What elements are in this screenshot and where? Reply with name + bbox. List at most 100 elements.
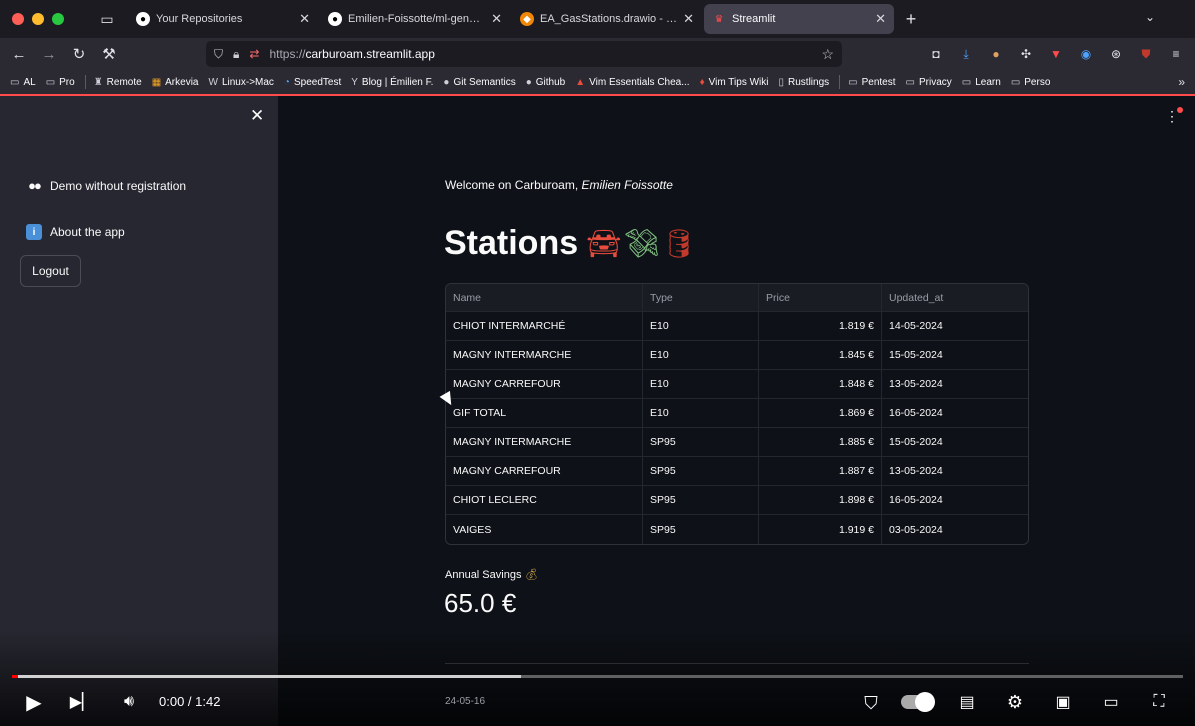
subtitles-icon[interactable]: ▤ bbox=[955, 690, 979, 714]
bookmark-star-icon[interactable]: ☆ bbox=[821, 46, 834, 63]
tab-drawio[interactable]: ◆ EA_GasStations.drawio - draw.io ✕ bbox=[512, 4, 702, 34]
money-icon: 💸︎ bbox=[623, 228, 660, 259]
bookmark-linux-mac[interactable]: W Linux->Mac bbox=[209, 77, 274, 88]
close-tab-icon[interactable]: ✕ bbox=[299, 11, 310, 27]
bookmark-blog[interactable]: Y Blog | Émilien F. bbox=[351, 77, 433, 88]
download-icon[interactable]: ⤓ bbox=[957, 45, 975, 63]
logout-button[interactable]: Logout bbox=[20, 255, 81, 287]
cell-price: 1.819 € bbox=[759, 312, 882, 340]
reload-icon[interactable]: ↻ bbox=[64, 45, 94, 63]
volume-icon[interactable]: 🔊︎ bbox=[117, 690, 141, 714]
bookmark-pro[interactable]: ▭ Pro bbox=[46, 77, 75, 88]
bookmark-al[interactable]: ▭ AL bbox=[10, 77, 36, 88]
github-icon: ● bbox=[443, 76, 450, 88]
cell-updated-at: 13-05-2024 bbox=[889, 465, 943, 477]
bookmark-pentest[interactable]: ▭ Pentest bbox=[848, 77, 895, 88]
tab-streamlit[interactable]: ♛ Streamlit ✕ bbox=[704, 4, 894, 34]
browser-tab-bar: ▭ ● Your Repositories ✕ ● Emilien-Foisso… bbox=[0, 0, 1195, 38]
chevron-down-icon[interactable]: ⌄ bbox=[1145, 10, 1155, 24]
cell-name: VAIGES bbox=[446, 515, 643, 544]
tab-repositories[interactable]: ● Your Repositories ✕ bbox=[128, 4, 318, 34]
brave-icon[interactable]: ▼ bbox=[1047, 45, 1065, 63]
firefox-view-icon[interactable]: ▭ bbox=[92, 11, 122, 28]
video-progress-played[interactable] bbox=[12, 675, 18, 678]
remote-icon: ♜ bbox=[93, 76, 103, 88]
window-controls bbox=[12, 13, 92, 25]
fullscreen-icon[interactable]: ⛶ bbox=[1147, 690, 1171, 714]
next-icon[interactable]: ▶▏ bbox=[70, 690, 95, 714]
bookmark-vim-essentials[interactable]: ▲ Vim Essentials Chea... bbox=[575, 77, 689, 88]
github-icon: ● bbox=[328, 12, 342, 26]
permissions-icon[interactable]: ⇄ bbox=[249, 47, 259, 61]
close-tab-icon[interactable]: ✕ bbox=[875, 11, 886, 27]
cell-updated-at: 03-05-2024 bbox=[889, 523, 943, 536]
bookmark-git-semantics[interactable]: ● Git Semantics bbox=[443, 77, 515, 88]
chevron-double-right-icon[interactable]: » bbox=[1178, 75, 1185, 89]
bookmark-privacy[interactable]: ▭ Privacy bbox=[906, 77, 952, 88]
bookmark-remote[interactable]: ♜ Remote bbox=[94, 77, 142, 88]
play-icon[interactable]: ▶ bbox=[22, 690, 46, 714]
address-bar[interactable]: ⛉ 🔒︎ ⇄ https:// carburoam.streamlit.app … bbox=[206, 41, 842, 67]
maximize-window-button[interactable] bbox=[52, 13, 64, 25]
back-arrow-icon[interactable]: ← bbox=[4, 46, 34, 63]
column-header-name[interactable]: Name bbox=[446, 284, 643, 311]
extensions-icon[interactable]: ✣ bbox=[1017, 45, 1035, 63]
bookmark-arkevia[interactable]: ▦ Arkevia bbox=[152, 77, 199, 88]
cell-type: E10 bbox=[643, 370, 759, 398]
table-row[interactable]: MAGNY INTERMARCHE SP95 1.885 € 15-05-202… bbox=[446, 428, 1028, 457]
extension-icon[interactable]: ⚒ bbox=[94, 45, 124, 63]
cell-type: SP95 bbox=[643, 486, 759, 514]
cell-name: MAGNY CARREFOUR bbox=[446, 370, 643, 398]
bookmark-speedtest[interactable]: ◔ SpeedTest bbox=[284, 77, 341, 88]
bookmark-vim-tips[interactable]: ♦ Vim Tips Wiki bbox=[700, 77, 769, 88]
table-row[interactable]: CHIOT INTERMARCHÉ E10 1.819 € 14-05-2024 bbox=[446, 312, 1028, 341]
shield-icon[interactable]: ⛉ bbox=[214, 47, 223, 62]
bookmark-rustlings[interactable]: ▯ Rustlings bbox=[779, 77, 830, 88]
menu-icon[interactable]: ≡ bbox=[1167, 45, 1185, 63]
bookmark-learn[interactable]: ▭ Learn bbox=[962, 77, 1001, 88]
pocket-icon[interactable]: ◘ bbox=[927, 45, 945, 63]
table-row[interactable]: MAGNY CARREFOUR E10 1.848 € 13-05-2024 bbox=[446, 370, 1028, 399]
user-name: Emilien Foissotte bbox=[581, 178, 673, 192]
forward-arrow-icon[interactable]: → bbox=[34, 46, 64, 63]
table-row[interactable]: CHIOT LECLERC SP95 1.898 € 16-05-2024 bbox=[446, 486, 1028, 515]
bitwarden-icon[interactable]: ◉ bbox=[1077, 45, 1095, 63]
autoplay-toggle[interactable] bbox=[900, 690, 935, 714]
cell-updated-at: 16-05-2024 bbox=[889, 494, 943, 506]
column-header-price[interactable]: Price bbox=[759, 284, 882, 311]
drawio-icon: ◆ bbox=[520, 12, 534, 26]
sidebar-item-demo[interactable]: ●● Demo without registration bbox=[26, 178, 186, 193]
bookmark-github[interactable]: ● Github bbox=[526, 77, 566, 88]
table-row[interactable]: GIF TOTAL E10 1.869 € 16-05-2024 bbox=[446, 399, 1028, 428]
sync-icon[interactable]: ⊛ bbox=[1107, 45, 1125, 63]
stations-table[interactable]: Name Type Price Updated_at CHIOT INTERMA… bbox=[445, 283, 1029, 545]
notification-dot bbox=[1177, 107, 1183, 113]
user-extension-icon[interactable]: ● bbox=[987, 45, 1005, 63]
table-row[interactable]: VAIGES SP95 1.919 € 03-05-2024 bbox=[446, 515, 1028, 544]
close-tab-icon[interactable]: ✕ bbox=[683, 11, 694, 27]
table-row[interactable]: MAGNY CARREFOUR SP95 1.887 € 13-05-2024 bbox=[446, 457, 1028, 486]
new-tab-button[interactable]: + bbox=[896, 9, 926, 30]
close-window-button[interactable] bbox=[12, 13, 24, 25]
lock-icon[interactable]: 🔒︎ bbox=[233, 47, 239, 62]
eyes-icon: ●● bbox=[28, 178, 42, 193]
sidebar-item-about[interactable]: i About the app bbox=[26, 224, 125, 240]
tab-ml-genetics[interactable]: ● Emilien-Foissotte/ml-genetics-a ✕ bbox=[320, 4, 510, 34]
theater-mode-icon[interactable]: ▭ bbox=[1098, 690, 1124, 714]
column-header-updated-at[interactable]: Updated_at bbox=[882, 284, 1028, 311]
minimize-window-button[interactable] bbox=[32, 13, 44, 25]
folder-icon: ▭ bbox=[848, 76, 858, 88]
miniplayer-brand-icon[interactable]: ⛉ bbox=[858, 690, 884, 716]
cell-updated-at: 15-05-2024 bbox=[889, 436, 943, 448]
bookmark-perso[interactable]: ▭ Perso bbox=[1011, 77, 1051, 88]
table-row[interactable]: MAGNY INTERMARCHE E10 1.845 € 15-05-2024 bbox=[446, 341, 1028, 370]
close-sidebar-icon[interactable]: ✕ bbox=[250, 106, 264, 126]
savings-label: Annual Savings 💰︎ bbox=[445, 569, 539, 581]
wikipedia-icon: W bbox=[208, 76, 218, 88]
book-icon: ▯ bbox=[778, 76, 785, 88]
close-tab-icon[interactable]: ✕ bbox=[491, 11, 502, 27]
miniplayer-icon[interactable]: ▣ bbox=[1051, 690, 1075, 714]
settings-gear-icon[interactable]: ⚙ bbox=[1003, 690, 1027, 714]
ublock-icon[interactable]: ⛊ bbox=[1137, 45, 1155, 63]
column-header-type[interactable]: Type bbox=[643, 284, 759, 311]
